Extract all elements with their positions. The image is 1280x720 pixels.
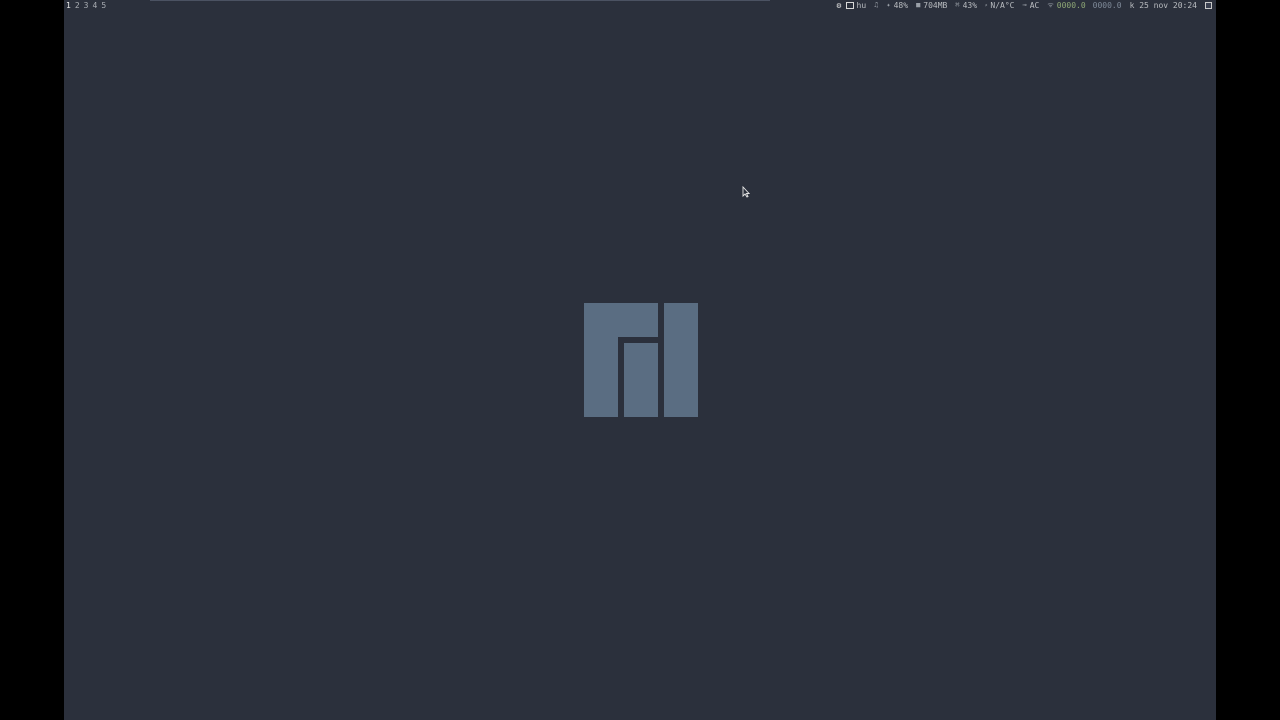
bar-separator-line	[150, 0, 770, 1]
net-down-value: 0000.0	[1056, 1, 1086, 10]
workspace-5[interactable]: 5	[101, 0, 106, 11]
power-widget: ⊸ AC	[1022, 0, 1039, 11]
keyboard-icon[interactable]	[845, 2, 854, 9]
brightness-widget[interactable]: ✦ 48%	[886, 0, 908, 11]
top-bar: 1 2 3 4 5 ⚙ hu ♫ ✦ 48% ■ 704MB ⌘ 43% ⸗ N…	[64, 0, 1216, 11]
manjaro-logo-icon	[584, 303, 698, 417]
mouse-cursor-icon	[742, 186, 750, 198]
workspace-1[interactable]: 1	[66, 0, 71, 11]
workspace-3[interactable]: 3	[84, 0, 89, 11]
keyboard-layout[interactable]: hu	[857, 0, 867, 11]
gear-icon[interactable]: ⚙	[837, 1, 845, 10]
sun-icon: ✦	[886, 1, 891, 9]
music-note-icon: ♫	[874, 1, 879, 9]
temperature-value: N/A°C	[990, 1, 1015, 10]
net-up-value: 0000.0	[1092, 1, 1122, 10]
memory-icon: ■	[916, 1, 921, 9]
workspace-2[interactable]: 2	[75, 0, 80, 11]
wifi-icon: ᯤ	[1047, 1, 1054, 9]
datetime-value: k 25 nov 20:24	[1129, 1, 1197, 10]
memory-widget: ■ 704MB	[916, 0, 947, 11]
workspace-list: 1 2 3 4 5	[66, 0, 106, 11]
power-menu-icon[interactable]	[1205, 2, 1212, 9]
plug-icon: ⊸	[1022, 1, 1027, 9]
system-tray: ⚙ hu	[837, 0, 867, 11]
desktop: 1 2 3 4 5 ⚙ hu ♫ ✦ 48% ■ 704MB ⌘ 43% ⸗ N…	[64, 0, 1216, 720]
status-area: ⚙ hu ♫ ✦ 48% ■ 704MB ⌘ 43% ⸗ N/A°C ⊸ AC …	[837, 0, 1212, 11]
clock-widget[interactable]: k 25 nov 20:24	[1130, 0, 1197, 11]
thermometer-icon: ⸗	[985, 1, 988, 9]
cpu-value: 43%	[962, 1, 978, 10]
memory-value: 704MB	[923, 1, 948, 10]
temperature-widget: ⸗ N/A°C	[985, 0, 1014, 11]
cpu-icon: ⌘	[955, 1, 960, 9]
volume-widget[interactable]: ♫	[874, 0, 878, 11]
network-widget[interactable]: ᯤ 0000.0 0000.0	[1047, 0, 1121, 11]
workspace-4[interactable]: 4	[92, 0, 97, 11]
cpu-widget: ⌘ 43%	[955, 0, 977, 11]
brightness-value: 48%	[893, 1, 909, 10]
power-value: AC	[1029, 1, 1040, 10]
